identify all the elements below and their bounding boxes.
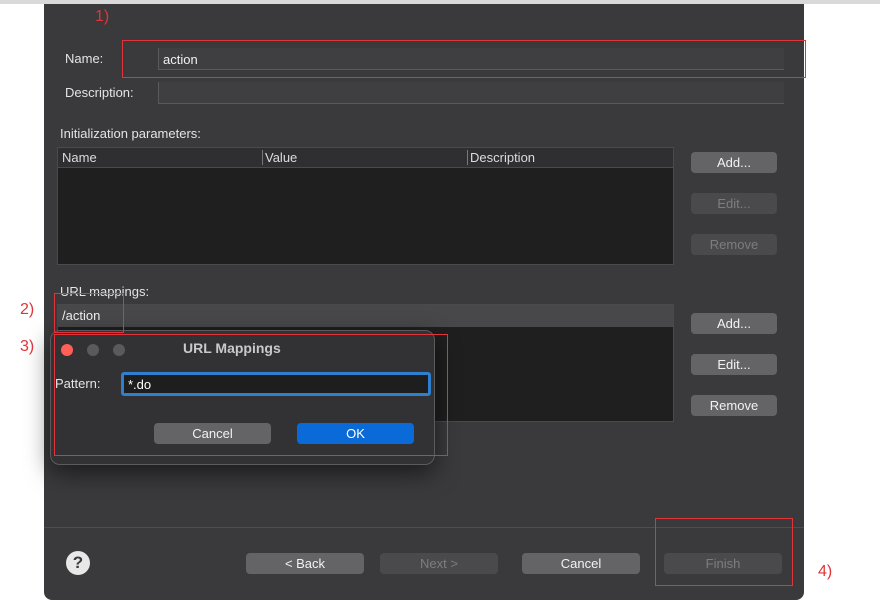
url-edit-button[interactable]: Edit... xyxy=(691,354,777,375)
help-icon[interactable]: ? xyxy=(66,551,90,575)
init-params-header: Name Value Description xyxy=(58,148,673,168)
annotation-1: 1) xyxy=(95,8,110,25)
init-params-title: Initialization parameters: xyxy=(60,126,201,141)
servlet-wizard-dialog: Name: action Description: Initialization… xyxy=(44,4,804,600)
cancel-button[interactable]: Cancel xyxy=(522,553,640,574)
annotation-3: 3) xyxy=(20,338,35,355)
init-edit-button[interactable]: Edit... xyxy=(691,193,777,214)
url-remove-button[interactable]: Remove xyxy=(691,395,777,416)
init-add-button[interactable]: Add... xyxy=(691,152,777,173)
url-add-button[interactable]: Add... xyxy=(691,313,777,334)
init-remove-button[interactable]: Remove xyxy=(691,234,777,255)
column-header-name[interactable]: Name xyxy=(62,150,97,165)
url-mappings-modal: URL Mappings Pattern: *.do Cancel OK xyxy=(50,330,435,465)
description-field[interactable] xyxy=(158,82,784,104)
init-params-table[interactable]: Name Value Description xyxy=(57,147,674,265)
url-mappings-title: URL mappings: xyxy=(60,284,150,299)
name-label: Name: xyxy=(65,51,104,66)
back-button[interactable]: < Back xyxy=(246,553,364,574)
footer-divider xyxy=(44,527,804,528)
close-window-icon[interactable] xyxy=(61,344,73,356)
annotation-2: 2) xyxy=(20,301,35,318)
modal-ok-button[interactable]: OK xyxy=(297,423,414,444)
description-label: Description: xyxy=(65,85,134,100)
modal-cancel-button[interactable]: Cancel xyxy=(154,423,271,444)
pattern-label: Pattern: xyxy=(55,376,101,391)
name-field[interactable]: action xyxy=(158,48,784,70)
column-header-description[interactable]: Description xyxy=(467,150,535,165)
minimize-window-icon xyxy=(87,344,99,356)
annotation-4: 4) xyxy=(818,563,833,580)
pattern-input[interactable]: *.do xyxy=(121,372,431,396)
finish-button[interactable]: Finish xyxy=(664,553,782,574)
list-item[interactable]: /action xyxy=(58,305,673,327)
modal-title: URL Mappings xyxy=(183,340,281,356)
zoom-window-icon xyxy=(113,344,125,356)
column-header-value[interactable]: Value xyxy=(262,150,297,165)
next-button[interactable]: Next > xyxy=(380,553,498,574)
